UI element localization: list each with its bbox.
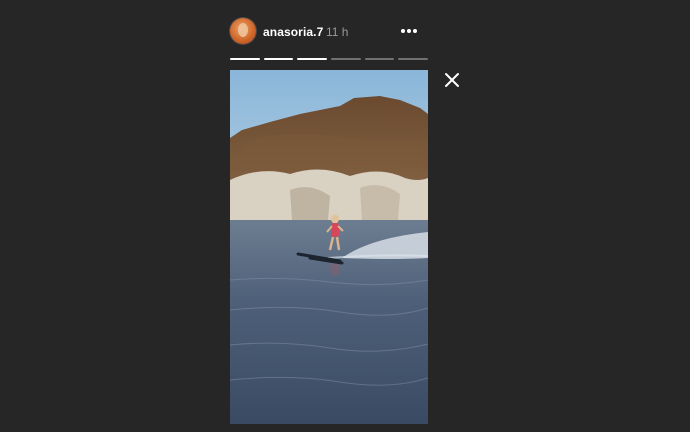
progress-segment: [263, 58, 294, 60]
progress-segment: [398, 58, 429, 60]
more-options-icon[interactable]: [398, 22, 420, 40]
progress-segment: [331, 58, 361, 60]
progress-segment: [230, 58, 260, 60]
skier-swimsuit: [331, 223, 339, 237]
cliff-shadow: [360, 185, 400, 220]
story-header: anasoria.7 11 h: [230, 16, 428, 48]
progress-segment: [297, 58, 328, 60]
more-dot: [407, 29, 411, 33]
story-media[interactable]: [230, 70, 428, 424]
skier-head: [331, 214, 339, 224]
story-progress-bar: [230, 58, 429, 60]
story-image: [230, 70, 428, 424]
avatar-face: [238, 23, 248, 37]
more-dot: [413, 29, 417, 33]
progress-segment: [364, 58, 395, 60]
more-dot: [401, 29, 405, 33]
username[interactable]: anasoria.7: [263, 25, 323, 39]
avatar[interactable]: [230, 18, 256, 44]
timestamp: 11 h: [326, 25, 349, 39]
close-icon[interactable]: [443, 71, 461, 89]
